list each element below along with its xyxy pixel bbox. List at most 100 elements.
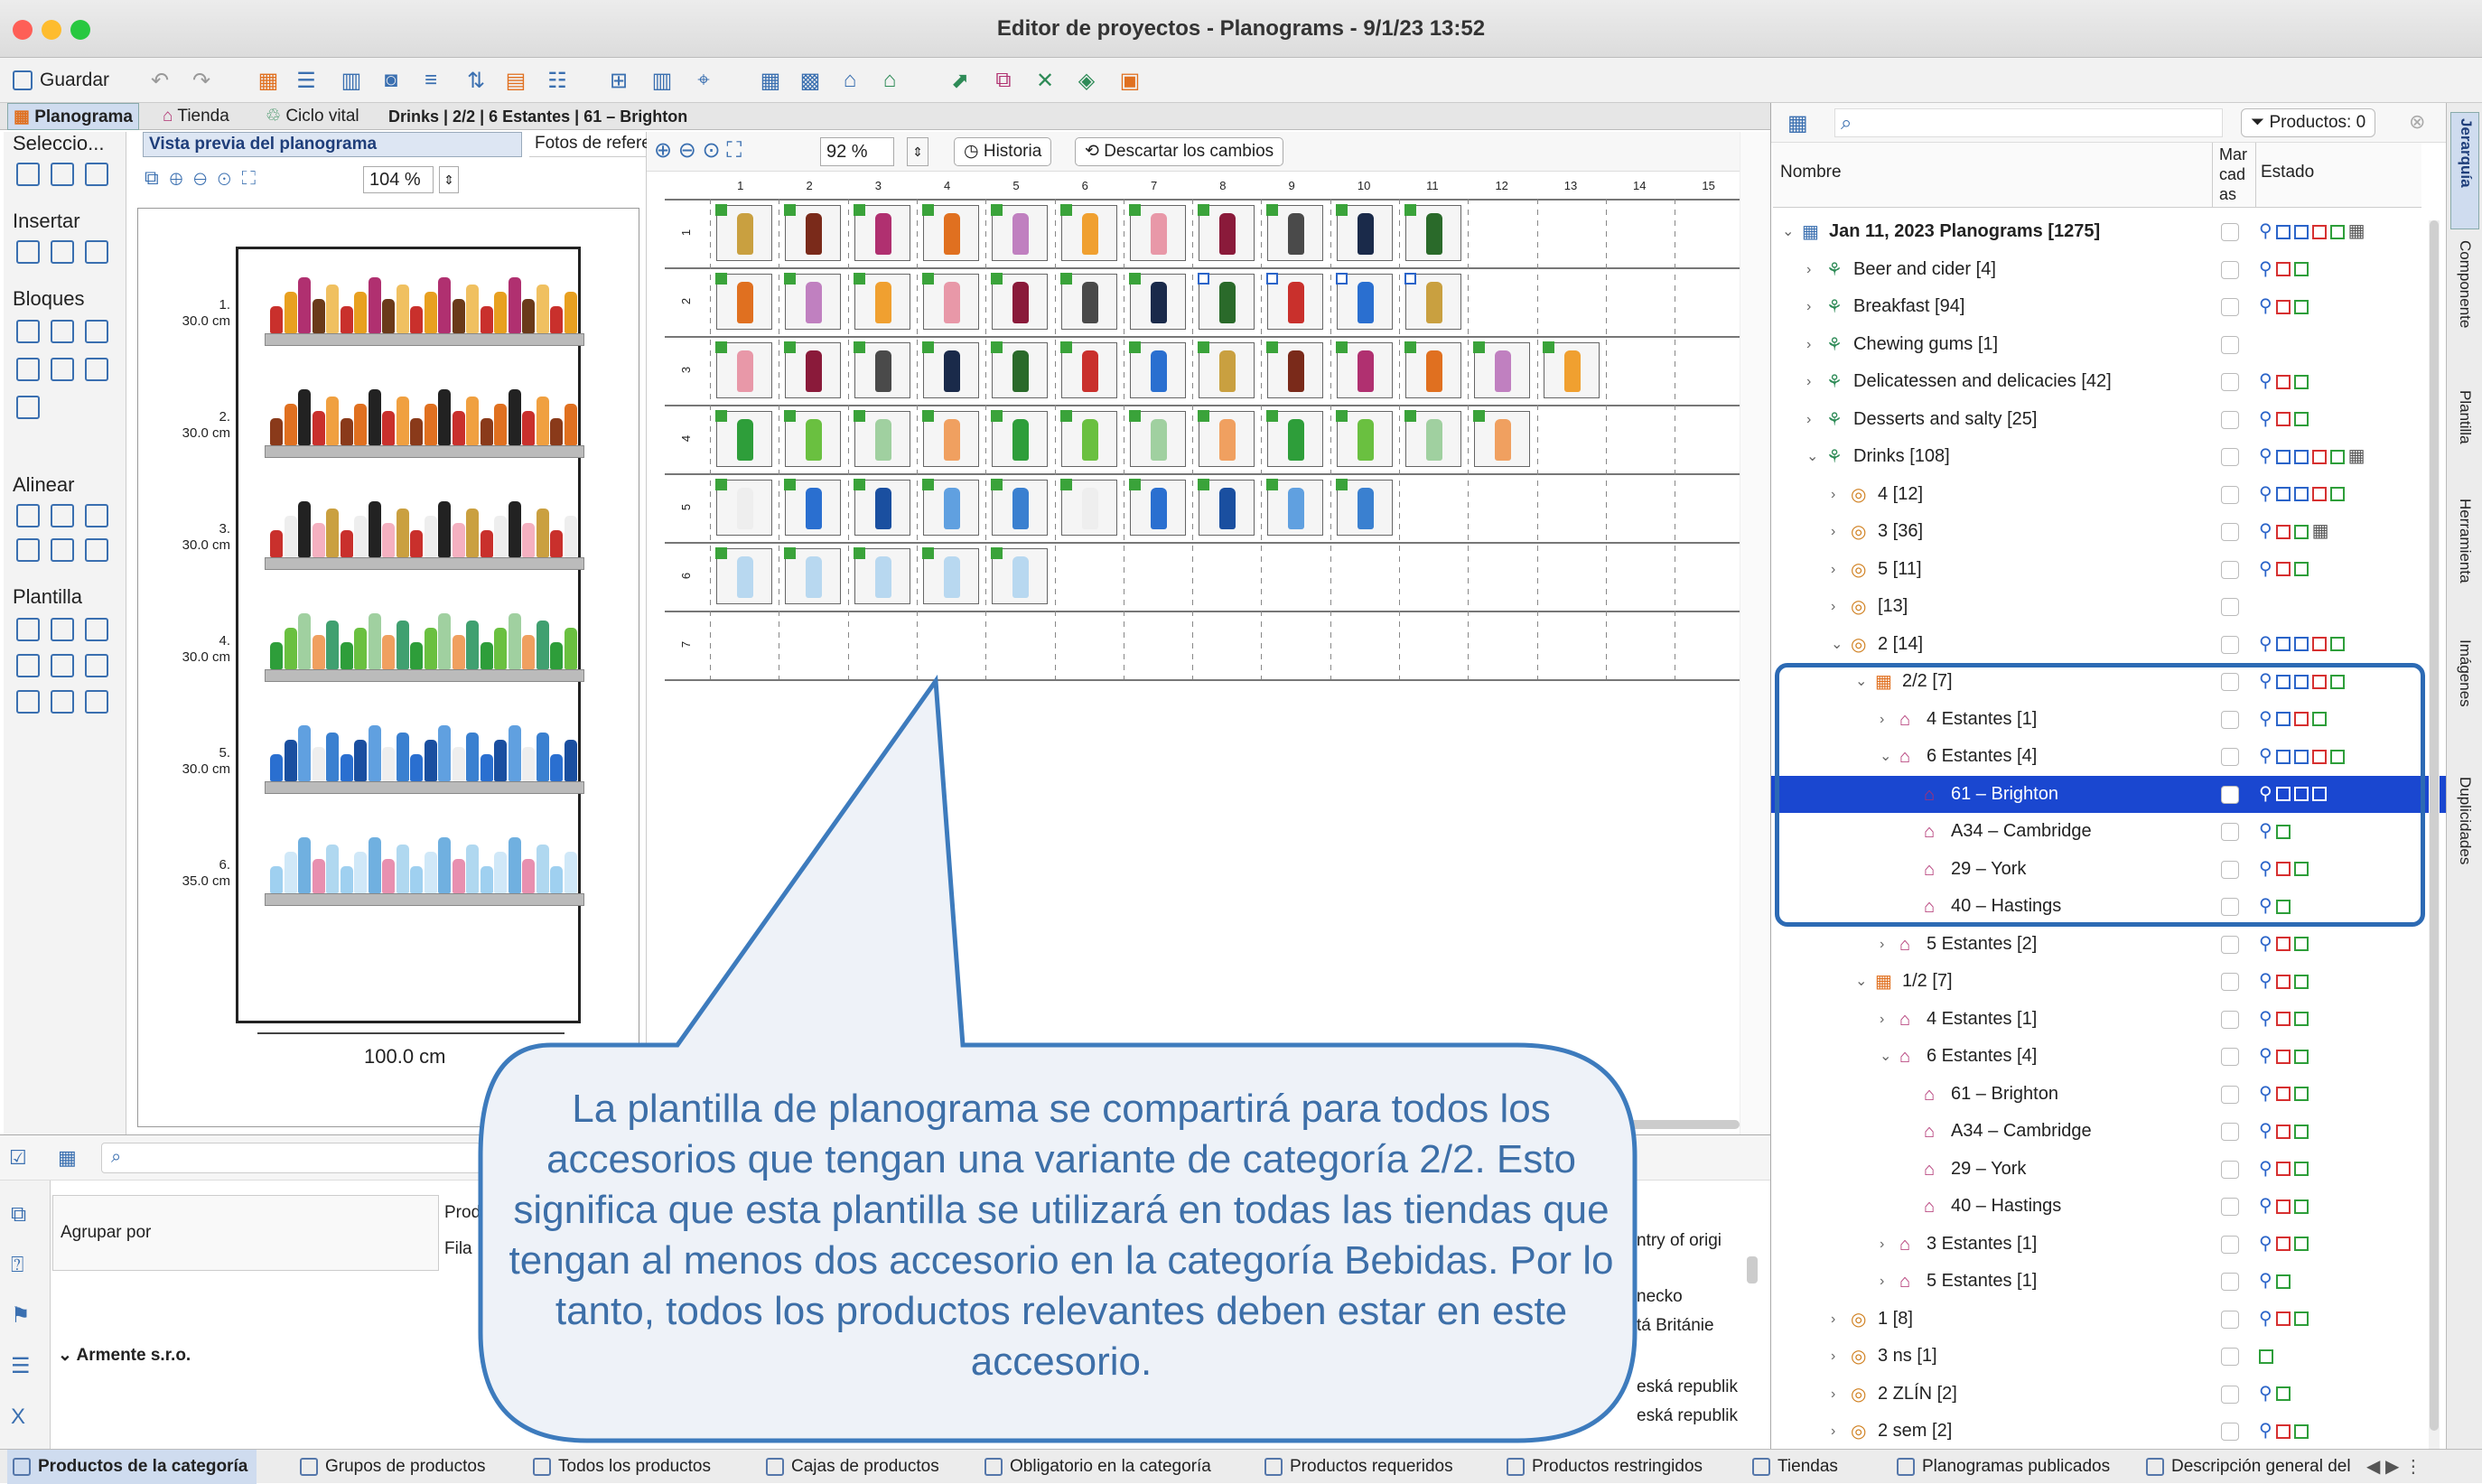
chevron-right-icon[interactable]: › bbox=[1831, 1376, 1835, 1413]
palette-tool-icon[interactable] bbox=[51, 358, 74, 381]
marcada-checkbox[interactable] bbox=[2221, 1048, 2239, 1066]
tree-row[interactable]: › ⚘ Desserts and salty [25] ⚲ bbox=[1771, 401, 2447, 438]
hierarchy-table-icon[interactable]: ▦ bbox=[1787, 110, 1808, 136]
preview-zoom-stepper[interactable]: ⇕ bbox=[439, 166, 459, 193]
product-facing[interactable] bbox=[1198, 204, 1255, 261]
tree-row[interactable]: › ◎ 2 ZLÍN [2] ⚲ bbox=[1771, 1376, 2447, 1413]
marcada-checkbox[interactable] bbox=[2221, 1348, 2239, 1366]
canvas-zoom-field[interactable]: 92 % bbox=[820, 137, 894, 166]
tree-row[interactable]: › ◎ 4 [12] ⚲ bbox=[1771, 476, 2447, 513]
chevron-right-icon[interactable]: › bbox=[1880, 1263, 1884, 1300]
product-facing[interactable] bbox=[921, 204, 979, 261]
product-facing[interactable] bbox=[991, 204, 1049, 261]
product-facing[interactable] bbox=[1335, 273, 1393, 330]
product-facing[interactable] bbox=[1266, 479, 1324, 536]
product-facing[interactable] bbox=[853, 273, 910, 330]
product-facing[interactable] bbox=[1473, 341, 1531, 398]
route-icon[interactable]: ⌖ bbox=[688, 65, 719, 96]
house-beta-icon[interactable]: ⌂ bbox=[874, 65, 905, 96]
tree-row[interactable]: ⌄ ▦ Jan 11, 2023 Planograms [1275] ⚲ ▦ bbox=[1771, 213, 2447, 250]
marcada-checkbox[interactable] bbox=[2221, 1385, 2239, 1404]
tree-row[interactable]: ⌂ 29 – York ⚲ bbox=[1771, 1151, 2447, 1188]
tab-vista-previa[interactable]: Vista previa del planograma bbox=[143, 132, 522, 157]
product-facing[interactable] bbox=[921, 341, 979, 398]
tree-row[interactable]: › ◎ [13] bbox=[1771, 588, 2447, 625]
chevron-right-icon[interactable]: › bbox=[1831, 1301, 1835, 1338]
product-search-input[interactable]: ⌕ bbox=[101, 1143, 481, 1173]
chevron-right-icon[interactable]: › bbox=[1831, 588, 1835, 625]
chevron-down-icon[interactable]: ⌄ bbox=[1806, 438, 1818, 475]
product-facing[interactable] bbox=[853, 547, 910, 604]
group-by-header[interactable]: Agrupar por bbox=[52, 1195, 439, 1271]
chevron-right-icon[interactable]: › bbox=[1880, 926, 1884, 963]
camera-icon[interactable]: ◙ bbox=[376, 65, 406, 96]
chevron-right-icon[interactable]: › bbox=[1831, 1413, 1835, 1450]
product-facing[interactable] bbox=[921, 547, 979, 604]
marcada-checkbox[interactable] bbox=[2221, 1198, 2239, 1216]
tree-row[interactable]: › ⌂ 5 Estantes [1] ⚲ bbox=[1771, 1263, 2447, 1300]
bottom-tab-8[interactable]: Planogramas publicados bbox=[1891, 1450, 2110, 1484]
chevron-right-icon[interactable]: › bbox=[1806, 363, 1811, 400]
product-facing[interactable] bbox=[991, 273, 1049, 330]
tab-scroll-arrows[interactable]: ◀ ▶ ⋮ bbox=[2366, 1455, 2422, 1478]
historia-button[interactable]: ◷ Historia bbox=[954, 137, 1052, 166]
list-icon[interactable]: ☷ bbox=[542, 65, 573, 96]
tree-row[interactable]: › ⌂ 5 Estantes [2] ⚲ bbox=[1771, 926, 2447, 963]
product-facing[interactable] bbox=[1128, 341, 1186, 398]
chevron-right-icon[interactable]: › bbox=[1831, 513, 1835, 550]
product-facing[interactable] bbox=[1128, 273, 1186, 330]
palette-tool-icon[interactable] bbox=[85, 690, 108, 714]
marcada-checkbox[interactable] bbox=[2221, 935, 2239, 954]
preview-zoom-field[interactable]: 104 % bbox=[363, 166, 434, 193]
product-facing[interactable] bbox=[853, 204, 910, 261]
col-country-header[interactable]: ntry of origi bbox=[1637, 1231, 1722, 1251]
product-facing[interactable] bbox=[715, 547, 772, 604]
product-facing[interactable] bbox=[1542, 341, 1600, 398]
columns-icon[interactable]: ▥ bbox=[336, 65, 367, 96]
marcada-checkbox[interactable] bbox=[2221, 260, 2239, 279]
tree-row[interactable]: › ◎ 5 [11] ⚲ bbox=[1771, 551, 2447, 588]
hierarchy-search-input[interactable]: ⌕ bbox=[1834, 108, 2223, 137]
house-icon[interactable]: ⌂ bbox=[835, 65, 865, 96]
product-facing[interactable] bbox=[921, 410, 979, 467]
marcada-checkbox[interactable] bbox=[2221, 1235, 2239, 1254]
tab-planograma[interactable]: ▦ Planograma bbox=[7, 103, 139, 130]
palette-tool-icon[interactable] bbox=[85, 654, 108, 677]
tree-row[interactable]: › ◎ 1 [8] ⚲ bbox=[1771, 1301, 2447, 1338]
marcada-checkbox[interactable] bbox=[2221, 373, 2239, 391]
chevron-down-icon[interactable]: ⌄ bbox=[1782, 213, 1794, 250]
palette-tool-icon[interactable] bbox=[51, 690, 74, 714]
group-row-armente[interactable]: ⌄ Armente s.r.o. bbox=[58, 1345, 191, 1366]
side-tab-0[interactable]: Jerarquía bbox=[2450, 112, 2479, 229]
product-facing[interactable] bbox=[853, 479, 910, 536]
side-action-icons[interactable]: ⧉ ⍰ ⚑ ☰ X bbox=[11, 1190, 31, 1442]
palette-tool-icon[interactable] bbox=[51, 240, 74, 264]
tree-row[interactable]: ⌂ 40 – Hastings ⚲ bbox=[1771, 1188, 2447, 1225]
side-tab-4[interactable]: Imágenes bbox=[2450, 634, 2479, 770]
chevron-right-icon[interactable]: › bbox=[1880, 1226, 1884, 1263]
product-facing[interactable] bbox=[784, 410, 842, 467]
palette-tool-icon[interactable] bbox=[85, 163, 108, 186]
tree-row[interactable]: ⌄ ◎ 2 [14] ⚲ bbox=[1771, 626, 2447, 663]
palette-tool-icon[interactable] bbox=[51, 320, 74, 343]
canvas-zoom-icons[interactable]: ⊕ ⊖ ⊙ ⛶ bbox=[654, 137, 742, 163]
bottom-tab-1[interactable]: Grupos de productos bbox=[294, 1450, 485, 1484]
marcada-checkbox[interactable] bbox=[2221, 448, 2239, 466]
rows-icon[interactable]: ☰ bbox=[291, 65, 322, 96]
product-facing[interactable] bbox=[715, 410, 772, 467]
distribute-icon[interactable]: ≡ bbox=[415, 65, 446, 96]
tree-row[interactable]: ⌂ 61 – Brighton ⚲ bbox=[1771, 1076, 2447, 1113]
palette-tool-icon[interactable] bbox=[16, 618, 40, 641]
product-facing[interactable] bbox=[1198, 410, 1255, 467]
product-facing[interactable] bbox=[1128, 479, 1186, 536]
palette-tool-icon[interactable] bbox=[51, 654, 74, 677]
palette-tool-icon[interactable] bbox=[85, 618, 108, 641]
product-facing[interactable] bbox=[1198, 479, 1255, 536]
descartar-cambios-button[interactable]: ⟲ Descartar los cambios bbox=[1075, 137, 1284, 166]
tree-row[interactable]: ⌄ ▦ 1/2 [7] ⚲ bbox=[1771, 963, 2447, 1000]
product-facing[interactable] bbox=[715, 273, 772, 330]
tree-row[interactable]: › ◎ 2 sem [2] ⚲ bbox=[1771, 1413, 2447, 1450]
marcada-checkbox[interactable] bbox=[2221, 1273, 2239, 1291]
palette-tool-icon[interactable] bbox=[16, 690, 40, 714]
report-icon[interactable]: ▩ bbox=[795, 65, 826, 96]
